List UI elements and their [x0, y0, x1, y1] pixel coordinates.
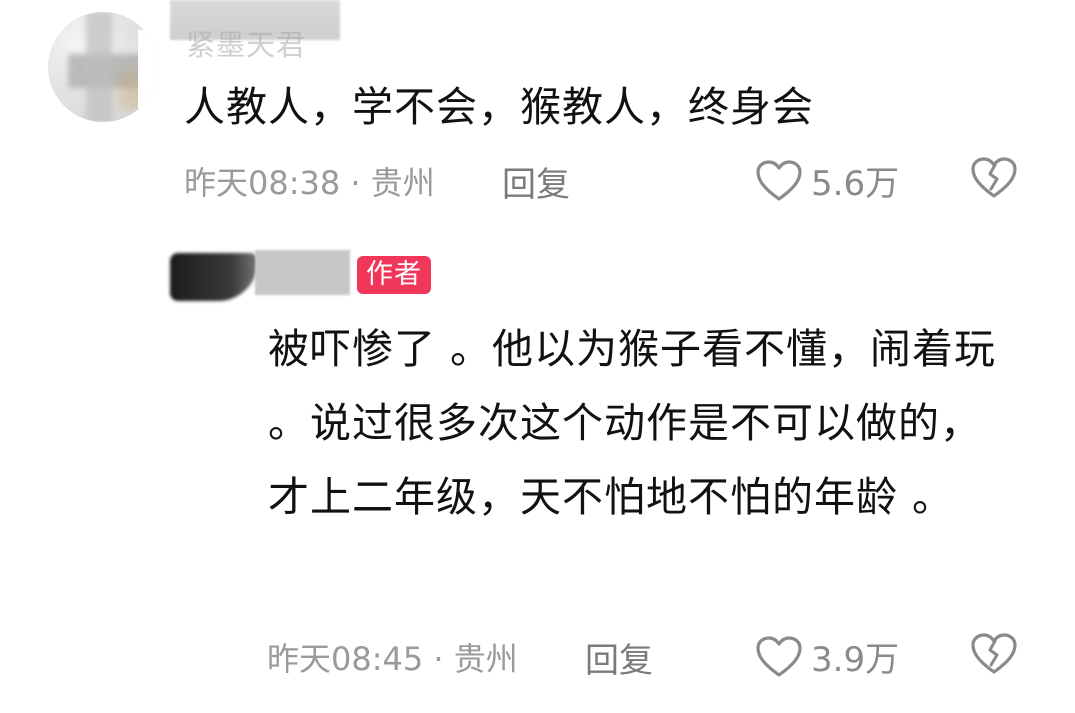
heart-outline-icon: [756, 159, 802, 201]
commenter-username[interactable]: 紧墨天君: [186, 22, 306, 64]
reply-text: 被吓惨了 。他以为猴子看不懂，闹着玩 。说过很多次这个动作是不可以做的，才上二年…: [268, 325, 997, 521]
reply-button[interactable]: 回复: [502, 157, 570, 206]
commenter-avatar[interactable]: [48, 12, 158, 122]
comment-text: 人教人，学不会，猴教人，终身会: [184, 83, 814, 131]
like-button[interactable]: 3.9万: [755, 632, 899, 681]
broken-heart-icon: [971, 633, 1017, 674]
broken-heart-icon: [971, 157, 1017, 198]
author-name-blur-mask: [255, 250, 350, 295]
like-button[interactable]: 5.6万: [755, 156, 899, 205]
like-count: 3.9万: [811, 640, 900, 680]
reply-button[interactable]: 回复: [585, 633, 653, 682]
author-avatar[interactable]: [170, 253, 258, 301]
dislike-button[interactable]: [970, 156, 1018, 204]
author-badge: 作者: [357, 256, 431, 294]
dislike-button[interactable]: [970, 632, 1018, 680]
comment-time-location: 昨天08:38 · 贵州: [184, 164, 435, 202]
heart-outline-icon: [756, 635, 802, 677]
like-count: 5.6万: [811, 164, 900, 204]
reply-time-location: 昨天08:45 · 贵州: [267, 640, 518, 678]
